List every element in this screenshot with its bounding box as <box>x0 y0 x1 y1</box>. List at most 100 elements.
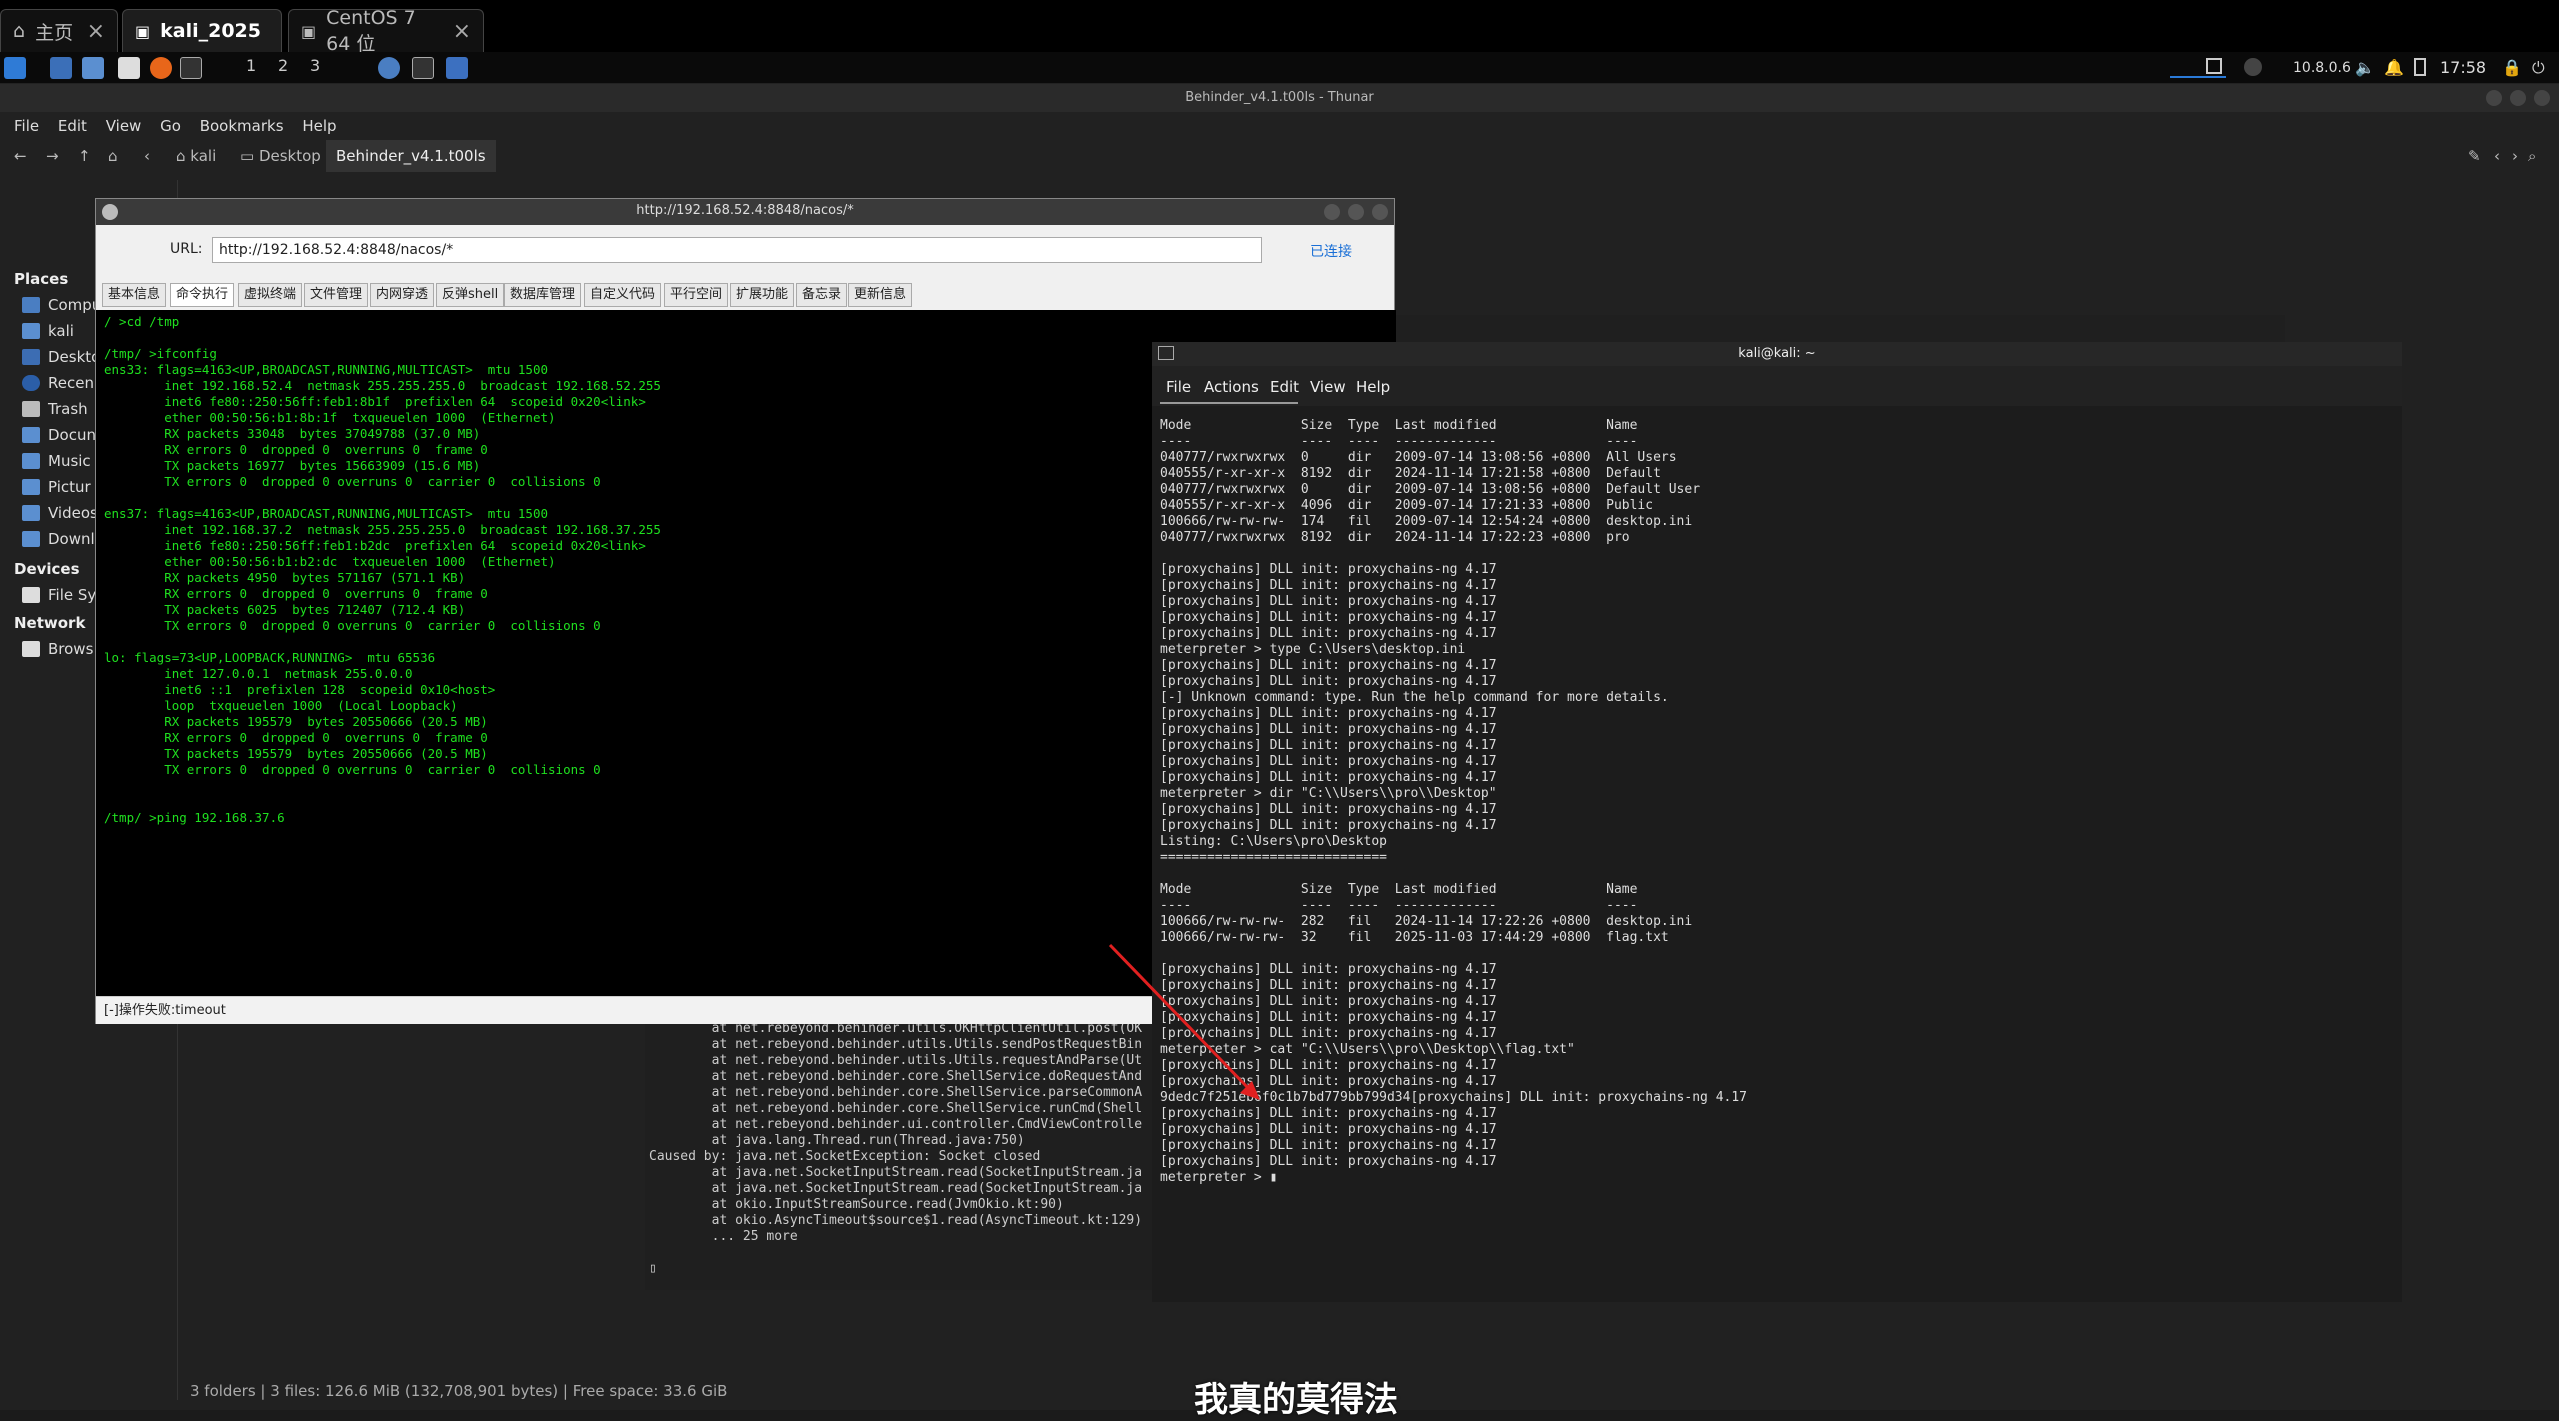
lock-icon[interactable]: 🔒 <box>2502 58 2522 77</box>
close-icon[interactable]: × <box>87 19 105 44</box>
tab-file-manager[interactable]: 文件管理 <box>304 283 369 307</box>
sidebar-item-pictures[interactable]: Pictur <box>22 478 91 496</box>
qterminal-window: kali@kali: ~ File Actions Edit View Help… <box>1152 342 2402 1302</box>
tab-indicator <box>1160 402 1298 404</box>
menu-help[interactable]: Help <box>302 117 336 135</box>
tab-update-info[interactable]: 更新信息 <box>848 283 913 307</box>
minimize-button[interactable] <box>1324 204 1340 220</box>
terminal-body[interactable]: Mode Size Type Last modified Name ---- -… <box>1152 406 2402 1302</box>
up-icon[interactable]: ↑ <box>78 140 91 172</box>
menu-bookmarks[interactable]: Bookmarks <box>200 117 284 135</box>
sidebar-item-documents[interactable]: Docun <box>22 426 96 444</box>
edit-path-icon[interactable]: ✎ <box>2468 140 2481 172</box>
tab-intranet-tunnel[interactable]: 内网穿透 <box>370 283 435 307</box>
sidebar-item-label: Pictur <box>48 478 91 496</box>
notification-icon[interactable]: 🔔 <box>2384 58 2404 77</box>
sidebar-item-kali[interactable]: kali <box>22 322 74 340</box>
workspace-1[interactable]: 1 <box>246 56 256 75</box>
tab-database[interactable]: 数据库管理 <box>504 283 582 307</box>
vm-tab-kali[interactable]: ▣ kali_2025 <box>122 9 282 52</box>
vm-tab-home[interactable]: ⌂ 主页 × <box>0 9 118 52</box>
terminal-icon[interactable] <box>180 57 202 79</box>
firefox-icon[interactable] <box>150 57 172 79</box>
menu-edit[interactable]: Edit <box>1270 378 1299 396</box>
sidebar-item-desktop[interactable]: Deskto <box>22 348 100 366</box>
tab-extensions[interactable]: 扩展功能 <box>730 283 795 307</box>
tab-reverse-shell[interactable]: 反弹shell <box>436 283 505 307</box>
chevron-left-icon[interactable]: ‹ <box>144 140 150 172</box>
app-window-icon[interactable] <box>412 57 434 79</box>
forward-icon[interactable]: → <box>46 140 59 172</box>
sidebar-item-filesystem[interactable]: File Sy <box>22 586 96 604</box>
tab-memo[interactable]: 备忘录 <box>796 283 848 307</box>
sidebar-item-recent[interactable]: Recen <box>22 374 94 392</box>
home-icon[interactable]: ⌂ <box>108 140 118 172</box>
menu-file[interactable]: File <box>1166 378 1191 396</box>
battery-icon[interactable] <box>2414 58 2426 76</box>
vpn-icon[interactable] <box>2244 58 2262 76</box>
app-window-icon[interactable] <box>446 57 468 79</box>
sidebar-item-downloads[interactable]: Downl <box>22 530 95 548</box>
vm-icon: ▣ <box>135 21 151 41</box>
app-icon <box>102 204 118 220</box>
top-panel: 1 2 3 10.8.0.6 🔈 🔔 17:58 🔒 ⏻ <box>0 52 2559 84</box>
sidebar-item-label: kali <box>48 322 74 340</box>
maximize-button[interactable] <box>1348 204 1364 220</box>
vm-tab-centos[interactable]: ▣ CentOS 7 64 位 × <box>288 7 484 55</box>
workspace-2[interactable]: 2 <box>278 56 288 75</box>
desktop-icon <box>22 349 40 365</box>
sidebar-item-label: Docun <box>48 426 96 444</box>
menu-view[interactable]: View <box>1310 378 1346 396</box>
tab-basic-info[interactable]: 基本信息 <box>102 283 167 307</box>
sidebar-item-label: Downl <box>48 530 95 548</box>
chevron-left-icon[interactable]: ‹ <box>2494 140 2500 172</box>
url-input[interactable]: http://192.168.52.4:8848/nacos/* <box>212 237 1262 263</box>
close-button[interactable] <box>2534 90 2550 106</box>
breadcrumb-kali[interactable]: ⌂ kali <box>176 140 216 172</box>
menu-actions[interactable]: Actions <box>1204 378 1259 396</box>
sidebar-item-browse-network[interactable]: Brows <box>22 640 93 658</box>
tab-parallel-space[interactable]: 平行空间 <box>664 283 729 307</box>
text-editor-icon[interactable] <box>118 57 140 79</box>
workspace-3[interactable]: 3 <box>310 56 320 75</box>
breadcrumb-current[interactable]: Behinder_v4.1.t00ls <box>326 140 496 172</box>
kali-menu-icon[interactable] <box>4 57 26 79</box>
power-icon[interactable]: ⏻ <box>2532 58 2545 78</box>
search-icon[interactable]: ⌕ <box>2528 140 2536 172</box>
volume-icon[interactable]: 🔈 <box>2355 58 2375 77</box>
breadcrumb-desktop[interactable]: ▭ Desktop <box>240 140 321 172</box>
sidebar-header-devices: Devices <box>14 560 80 578</box>
sidebar-item-videos[interactable]: Videos <box>22 504 98 522</box>
menu-help[interactable]: Help <box>1356 378 1390 396</box>
close-button[interactable] <box>1372 204 1388 220</box>
sidebar-item-label: Recen <box>48 374 94 392</box>
breadcrumb-label: Desktop <box>258 147 321 165</box>
file-manager-icon[interactable] <box>82 57 104 79</box>
minimize-button[interactable] <box>2486 90 2502 106</box>
trash-icon <box>22 401 40 417</box>
sidebar-item-trash[interactable]: Trash <box>22 400 88 418</box>
connection-status: 已连接 <box>1310 244 1352 260</box>
sidebar-item-computer[interactable]: Compu <box>22 296 101 314</box>
app-window-icon[interactable] <box>378 57 400 79</box>
display-icon[interactable] <box>2206 58 2222 74</box>
menu-file[interactable]: File <box>14 117 39 135</box>
desktop-icon[interactable] <box>50 57 72 79</box>
sidebar-item-label: Videos <box>48 504 98 522</box>
chevron-right-icon[interactable]: › <box>2512 140 2518 172</box>
menu-bar: File Actions Edit View Help <box>1152 366 2402 406</box>
home-icon: ⌂ <box>13 20 26 42</box>
menu-edit[interactable]: Edit <box>58 117 87 135</box>
menu-view[interactable]: View <box>106 117 142 135</box>
tab-custom-code[interactable]: 自定义代码 <box>584 283 662 307</box>
sidebar-header-network: Network <box>14 614 86 632</box>
tab-virtual-terminal[interactable]: 虚拟终端 <box>238 283 303 307</box>
menu-go[interactable]: Go <box>160 117 181 135</box>
tab-command-exec[interactable]: 命令执行 <box>170 283 235 307</box>
clock[interactable]: 17:58 <box>2440 58 2486 77</box>
vm-icon: ▣ <box>301 21 317 41</box>
maximize-button[interactable] <box>2510 90 2526 106</box>
sidebar-item-music[interactable]: Music <box>22 452 91 470</box>
back-icon[interactable]: ← <box>14 140 27 172</box>
close-icon[interactable]: × <box>453 19 471 44</box>
